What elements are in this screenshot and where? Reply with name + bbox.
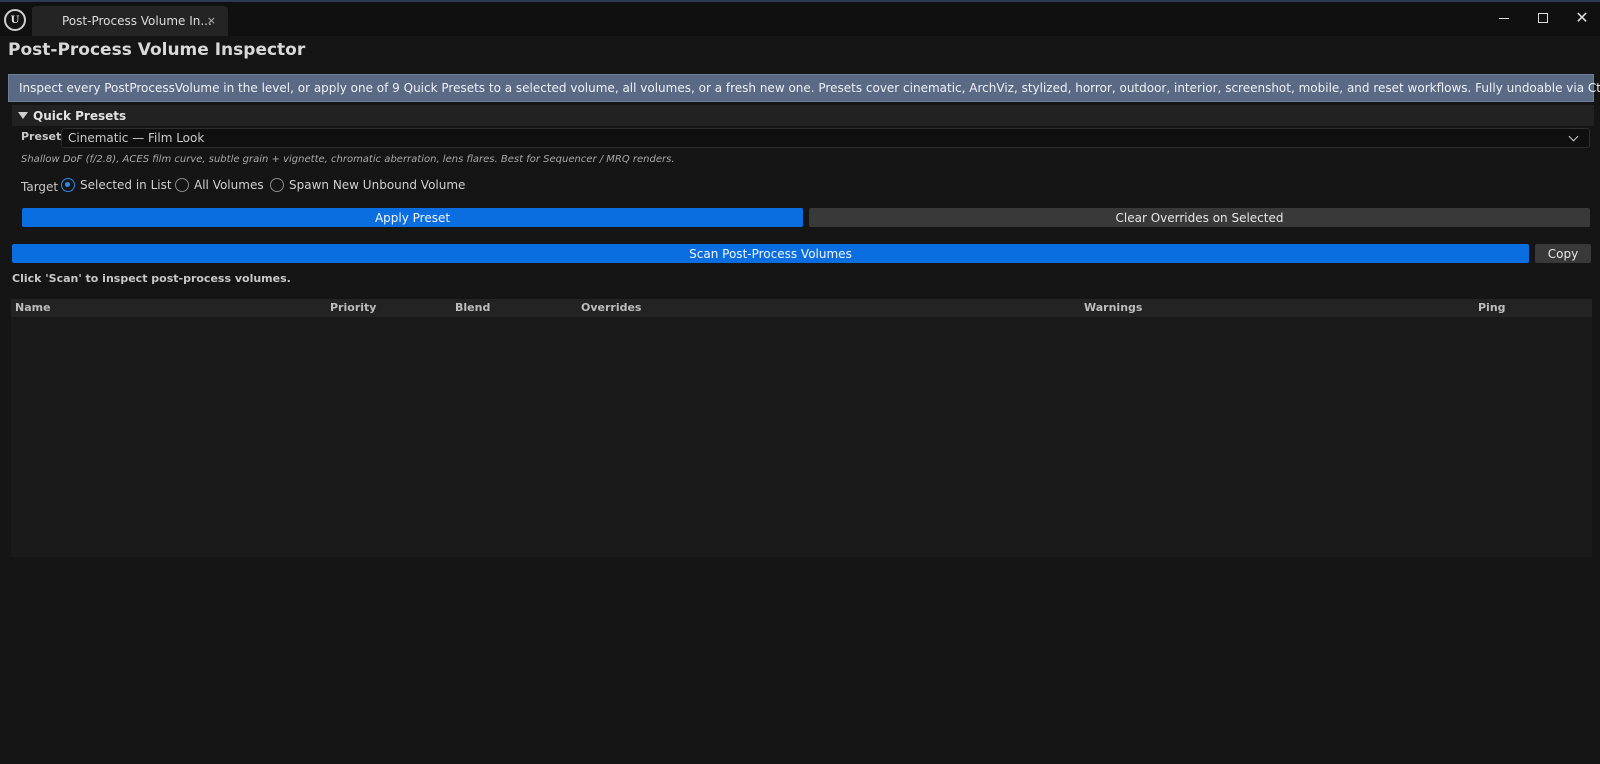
preset-label: Preset bbox=[21, 130, 62, 143]
radio-spawn-new-volume[interactable]: Spawn New Unbound Volume bbox=[270, 178, 465, 192]
target-label: Target bbox=[21, 180, 59, 194]
column-header-priority[interactable]: Priority bbox=[330, 301, 376, 314]
info-banner: Inspect every PostProcessVolume in the l… bbox=[8, 74, 1600, 102]
title-bar: U Post-Process Volume In... × ✕ bbox=[0, 2, 1600, 36]
status-text: Click 'Scan' to inspect post-process vol… bbox=[12, 272, 291, 285]
radio-all-volumes[interactable]: All Volumes bbox=[175, 178, 264, 192]
preset-dropdown[interactable]: Cinematic — Film Look bbox=[61, 128, 1590, 148]
maximize-icon[interactable] bbox=[1533, 8, 1553, 28]
info-text: Inspect every PostProcessVolume in the l… bbox=[19, 81, 1600, 95]
preset-description: Shallow DoF (f/2.8), ACES film curve, su… bbox=[21, 154, 675, 165]
section-title: Quick Presets bbox=[33, 108, 127, 123]
column-header-name[interactable]: Name bbox=[15, 301, 51, 314]
radio-unchecked-icon bbox=[270, 178, 284, 192]
tab-post-process-inspector[interactable]: Post-Process Volume In... × bbox=[32, 6, 228, 36]
column-header-overrides[interactable]: Overrides bbox=[581, 301, 641, 314]
scan-button[interactable]: Scan Post-Process Volumes bbox=[12, 244, 1529, 263]
clear-overrides-button[interactable]: Clear Overrides on Selected bbox=[809, 208, 1590, 227]
chevron-down-icon bbox=[1568, 131, 1579, 142]
volumes-table: Name Priority Blend Overrides Warnings P… bbox=[11, 299, 1592, 557]
column-header-ping[interactable]: Ping bbox=[1478, 301, 1506, 314]
column-header-warnings[interactable]: Warnings bbox=[1084, 301, 1142, 314]
minimize-icon[interactable] bbox=[1494, 8, 1514, 28]
close-icon[interactable]: ✕ bbox=[1572, 8, 1592, 28]
tab-label: Post-Process Volume In... bbox=[62, 14, 212, 28]
ue-logo-icon[interactable]: U bbox=[4, 9, 26, 31]
page-title: Post-Process Volume Inspector bbox=[8, 40, 306, 60]
copy-button[interactable]: Copy bbox=[1535, 244, 1591, 263]
caret-down-icon bbox=[18, 112, 28, 119]
column-header-blend[interactable]: Blend bbox=[455, 301, 490, 314]
table-header: Name Priority Blend Overrides Warnings P… bbox=[11, 299, 1592, 317]
radio-selected-in-list[interactable]: Selected in List bbox=[61, 178, 172, 192]
radio-unchecked-icon bbox=[175, 178, 189, 192]
tab-close-icon[interactable]: × bbox=[207, 14, 216, 27]
preset-value: Cinematic — Film Look bbox=[68, 131, 205, 145]
radio-checked-icon bbox=[61, 178, 75, 192]
apply-preset-button[interactable]: Apply Preset bbox=[22, 208, 803, 227]
radio-label: All Volumes bbox=[194, 178, 264, 192]
radio-label: Spawn New Unbound Volume bbox=[289, 178, 466, 192]
radio-label: Selected in List bbox=[80, 178, 172, 192]
quick-presets-header[interactable]: Quick Presets bbox=[12, 105, 1594, 126]
